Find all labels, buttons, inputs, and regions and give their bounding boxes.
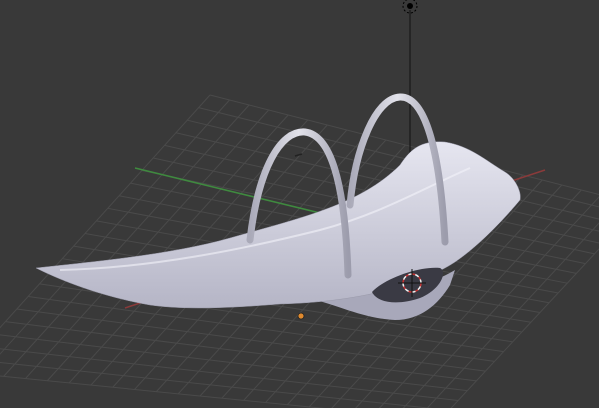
3d-viewport[interactable] — [0, 0, 599, 408]
object-origin[interactable] — [297, 312, 305, 320]
grid-line — [0, 348, 459, 401]
grid-line — [0, 361, 433, 408]
viewport-canvas[interactable] — [0, 0, 599, 408]
small-marker — [294, 153, 303, 157]
